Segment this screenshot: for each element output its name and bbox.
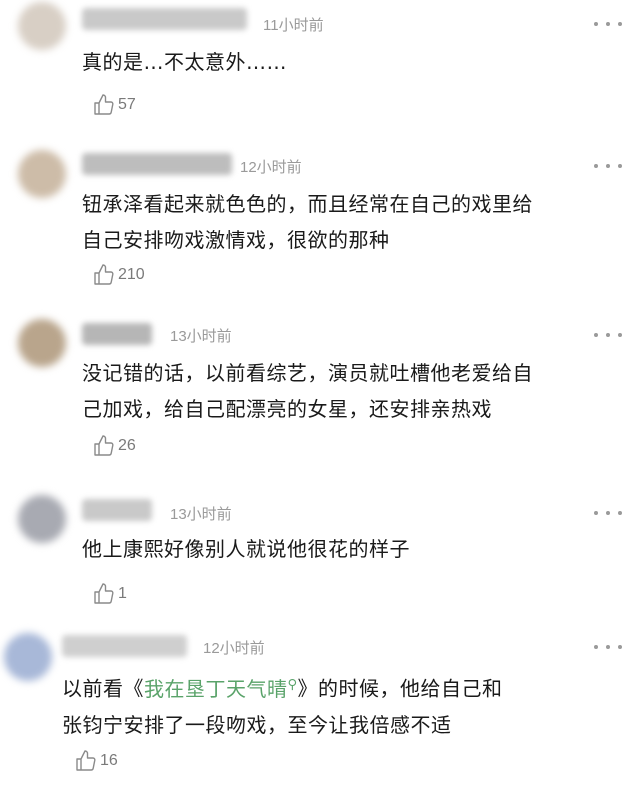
avatar[interactable] bbox=[18, 319, 66, 367]
comment-text-line: 钮承泽看起来就色色的，而且经常在自己的戏里给 bbox=[82, 192, 533, 216]
topic-link-text[interactable]: 我在垦丁天气晴 bbox=[144, 677, 288, 701]
thumbs-up-icon bbox=[94, 435, 114, 456]
comment-item: 12小时前 以前看《我在垦丁天气晴⚲》的时候，他给自己和 张钧宁安排了一段吻戏，… bbox=[0, 615, 640, 794]
like-button[interactable]: 1 bbox=[92, 581, 127, 607]
like-count: 210 bbox=[118, 266, 145, 283]
username-blurred[interactable] bbox=[82, 8, 247, 30]
comment-time: 11小时前 bbox=[263, 17, 324, 34]
comment-text: 没记错的话，以前看综艺，演员就吐槽他老爱给自 己加戏，给自己配漂亮的女星，还安排… bbox=[82, 355, 533, 427]
avatar[interactable] bbox=[18, 495, 66, 543]
more-options-icon[interactable] bbox=[594, 645, 622, 651]
more-options-icon[interactable] bbox=[594, 511, 622, 517]
like-count: 16 bbox=[100, 752, 118, 769]
comment-text-line: 张钧宁安排了一段吻戏，至今让我倍感不适 bbox=[62, 712, 452, 737]
more-options-icon[interactable] bbox=[594, 22, 622, 28]
thumbs-up-icon bbox=[94, 264, 114, 285]
username-blurred[interactable] bbox=[82, 153, 232, 175]
more-options-icon[interactable] bbox=[594, 333, 622, 339]
like-button[interactable]: 210 bbox=[92, 262, 145, 288]
like-count: 1 bbox=[118, 585, 127, 602]
comment-text: 钮承泽看起来就色色的，而且经常在自己的戏里给 自己安排吻戏激情戏，很欲的那种 bbox=[82, 186, 533, 258]
comment-text-line: 自己安排吻戏激情戏，很欲的那种 bbox=[82, 228, 390, 252]
username-blurred[interactable] bbox=[82, 323, 152, 345]
comment-text: 他上康熙好像别人就说他很花的样子 bbox=[82, 531, 410, 567]
comment-text-line: 没记错的话，以前看综艺，演员就吐槽他老爱给自 bbox=[82, 361, 533, 385]
thumbs-up-icon bbox=[94, 94, 114, 115]
like-count: 26 bbox=[118, 437, 136, 454]
like-button[interactable]: 57 bbox=[92, 92, 136, 118]
thumbs-up-icon bbox=[94, 583, 114, 604]
more-options-icon[interactable] bbox=[594, 164, 622, 170]
search-icon: ⚲ bbox=[287, 677, 298, 692]
comment-time: 12小时前 bbox=[203, 640, 265, 657]
comment-text-line: 己加戏，给自己配漂亮的女星，还安排亲热戏 bbox=[82, 397, 492, 421]
like-count: 57 bbox=[118, 96, 136, 113]
avatar[interactable] bbox=[4, 633, 52, 681]
comment-text: 真的是…不太意外…… bbox=[82, 44, 287, 80]
comment-time: 13小时前 bbox=[170, 506, 232, 523]
avatar[interactable] bbox=[18, 150, 66, 198]
username-blurred[interactable] bbox=[82, 499, 152, 521]
comment-text-line: 他上康熙好像别人就说他很花的样子 bbox=[82, 537, 410, 561]
avatar[interactable] bbox=[18, 2, 66, 50]
comment-text-prefix: 以前看《 bbox=[62, 676, 144, 701]
comment-time: 13小时前 bbox=[170, 328, 232, 345]
thumbs-up-icon bbox=[76, 750, 96, 771]
like-button[interactable]: 26 bbox=[92, 433, 136, 459]
comment-text-suffix: 》的时候，他给自己和 bbox=[297, 676, 503, 701]
comment-item: 11小时前 真的是…不太意外…… 57 bbox=[0, 0, 640, 140]
comment-item: 13小时前 他上康熙好像别人就说他很花的样子 1 bbox=[0, 475, 640, 615]
comment-item: 12小时前 钮承泽看起来就色色的，而且经常在自己的戏里给 自己安排吻戏激情戏，很… bbox=[0, 140, 640, 305]
comment-text: 以前看《我在垦丁天气晴⚲》的时候，他给自己和 张钧宁安排了一段吻戏，至今让我倍感… bbox=[62, 667, 503, 743]
comment-text-line: 真的是…不太意外…… bbox=[82, 50, 287, 74]
like-button[interactable]: 16 bbox=[74, 748, 118, 774]
comment-text-line: 以前看《我在垦丁天气晴⚲》的时候，他给自己和 bbox=[62, 667, 503, 707]
comment-item: 13小时前 没记错的话，以前看综艺，演员就吐槽他老爱给自 己加戏，给自己配漂亮的… bbox=[0, 305, 640, 475]
username-blurred[interactable] bbox=[62, 635, 187, 657]
comment-time: 12小时前 bbox=[240, 159, 302, 176]
topic-link[interactable]: 我在垦丁天气晴⚲ bbox=[144, 677, 298, 701]
